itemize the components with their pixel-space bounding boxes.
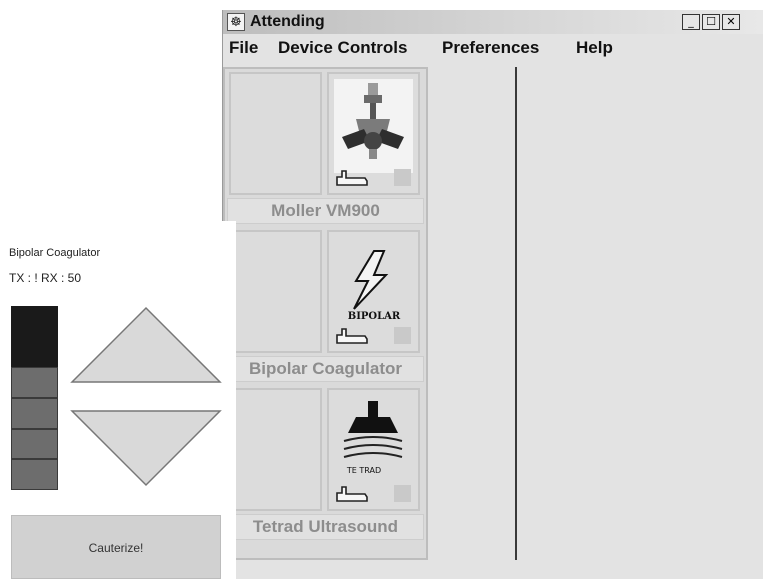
device-card-bipolar[interactable]: BIPOLAR Bipolar Coagulator: [227, 228, 424, 384]
menu-help[interactable]: Help: [576, 38, 613, 58]
maximize-button[interactable]: ☐: [702, 14, 720, 30]
control-panel-title: Bipolar Coagulator: [9, 247, 101, 259]
status-indicator: [394, 327, 411, 344]
pane-divider[interactable]: [515, 67, 517, 560]
device-name-label: Tetrad Ultrasound: [227, 514, 424, 540]
level-segment: [11, 367, 58, 398]
device-card-tetrad[interactable]: TE TRAD Tetrad Ultrasound: [227, 386, 424, 542]
menu-preferences[interactable]: Preferences: [442, 38, 539, 58]
window-title: Attending: [250, 13, 325, 30]
hand-icon: [336, 170, 368, 186]
tx-rx-status: TX : ! RX : 50: [9, 271, 82, 285]
menu-device-controls[interactable]: Device Controls: [278, 38, 407, 58]
app-icon: ☸: [227, 13, 245, 31]
device-empty-tile[interactable]: [229, 72, 322, 195]
lightning-bolt-icon: BIPOLAR: [334, 237, 413, 331]
hand-icon: [336, 486, 368, 502]
menu-file[interactable]: File: [229, 38, 258, 58]
cauterize-button[interactable]: Cauterize!: [11, 515, 221, 579]
status-indicator: [394, 169, 411, 186]
level-segment: [11, 459, 58, 490]
main-window: ☸ Attending _ ☐ ✕ File Device Controls P…: [222, 10, 763, 579]
device-icon-tile[interactable]: TE TRAD: [327, 388, 420, 511]
power-level-bar: [11, 306, 58, 490]
device-card-moller[interactable]: Moller VM900: [227, 70, 424, 226]
tile-label: TE TRAD: [346, 466, 381, 475]
device-empty-tile[interactable]: [229, 388, 322, 511]
device-name-label: Moller VM900: [227, 198, 424, 224]
level-segment: [11, 336, 58, 368]
device-empty-tile[interactable]: [229, 230, 322, 353]
tile-label: BIPOLAR: [348, 311, 401, 322]
device-icon-tile[interactable]: BIPOLAR: [327, 230, 420, 353]
device-name-label: Bipolar Coagulator: [227, 356, 424, 382]
level-segment: [11, 428, 58, 460]
device-list-panel: Moller VM900 BIPOLAR Bipolar Coagulator: [223, 67, 428, 560]
coagulator-control-panel: Bipolar Coagulator TX : ! RX : 50 Cauter…: [0, 221, 236, 579]
device-icon-tile[interactable]: [327, 72, 420, 195]
down-arrow-icon[interactable]: [70, 410, 222, 487]
status-indicator: [394, 485, 411, 502]
close-button[interactable]: ✕: [722, 14, 740, 30]
up-arrow-icon[interactable]: [70, 306, 222, 383]
ultrasound-probe-icon: TE TRAD: [334, 395, 413, 489]
hand-icon: [336, 328, 368, 344]
title-bar[interactable]: ☸ Attending _ ☐ ✕: [223, 10, 763, 34]
microscope-icon: [334, 79, 413, 173]
decrease-button[interactable]: [70, 410, 222, 487]
level-segment: [11, 398, 58, 429]
level-segment: [11, 306, 58, 337]
minimize-button[interactable]: _: [682, 14, 700, 30]
arrow-controls: [70, 306, 222, 487]
menu-bar: File Device Controls Preferences Help: [223, 34, 763, 62]
increase-button[interactable]: [70, 306, 222, 383]
